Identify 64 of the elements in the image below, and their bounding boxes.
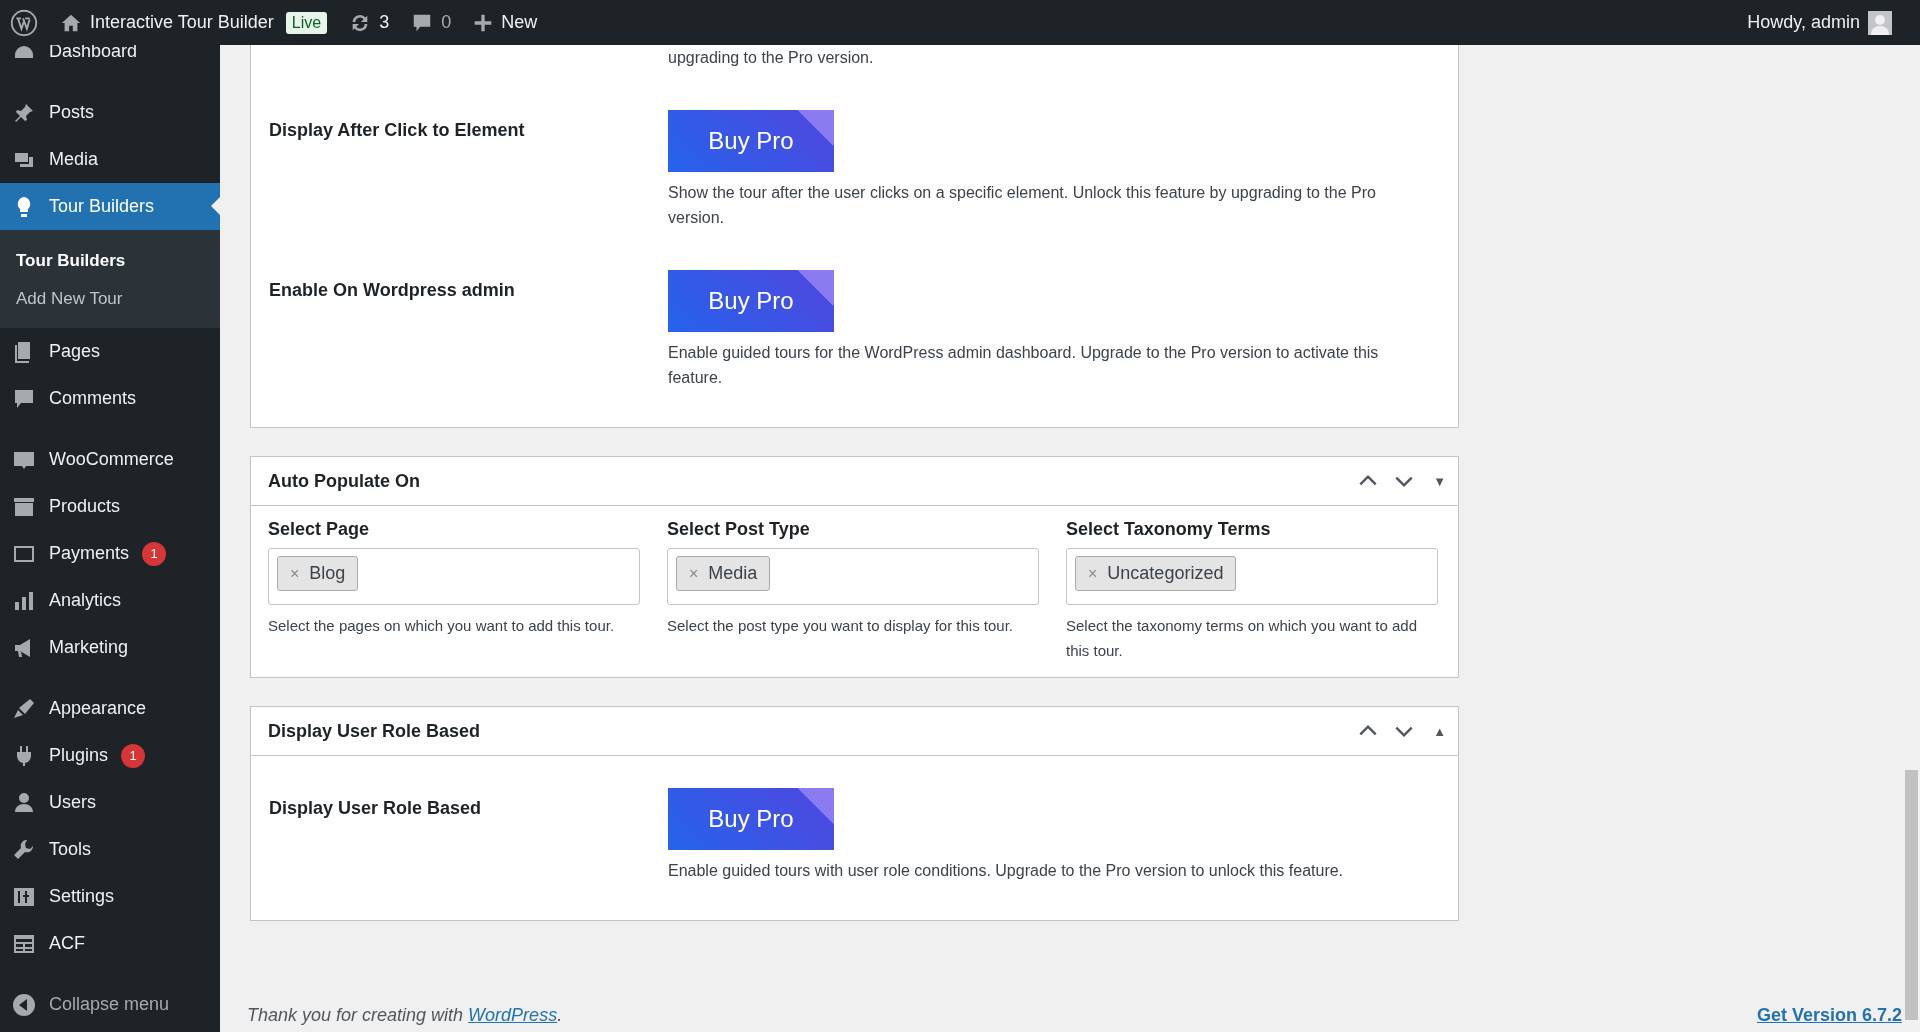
buy-pro-button[interactable]: Buy Pro (668, 788, 834, 850)
buy-pro-button[interactable]: Buy Pro (668, 110, 834, 172)
toggle-button[interactable]: ▲ (1429, 723, 1450, 739)
feature-description: Show the tour after the user clicks on a specific element. Unlock this feature by upgrading to the Pro version. (668, 183, 1377, 228)
account-link[interactable]: Howdy, admin (1747, 10, 1892, 35)
tag-label: Uncategorized (1107, 563, 1224, 584)
tag-label: Blog (309, 563, 346, 584)
submenu-item[interactable]: Add New Tour (0, 280, 220, 318)
wordpress-logo-icon[interactable] (10, 8, 38, 37)
menu-item[interactable]: Comments (0, 375, 220, 422)
wordpress-link[interactable]: WordPress (468, 1005, 558, 1025)
plus-icon (473, 12, 494, 33)
menu-item[interactable]: Analytics (0, 577, 220, 624)
menu-item[interactable]: Marketing (0, 624, 220, 671)
menu-item[interactable]: Plugins 1 (0, 732, 220, 779)
field-help-text: Select the taxonomy terms on which you want to add this tour. (1066, 616, 1419, 661)
scrollbar-thumb[interactable] (1905, 770, 1918, 1020)
menu-item[interactable]: Settings (0, 873, 220, 920)
feature-description: upgrading to the Pro version. (668, 48, 875, 68)
toggle-button[interactable]: ▼ (1429, 473, 1450, 489)
menu-item[interactable]: Tour Builders (0, 183, 220, 230)
footer-credit: Thank you for creating with WordPress. (247, 1005, 563, 1026)
comments-link[interactable]: 0 (411, 11, 452, 34)
version-link[interactable]: Get Version 6.7.2 (1756, 1005, 1902, 1026)
menu-item[interactable]: Media (0, 136, 220, 183)
collapse-menu-button[interactable]: Collapse menu (0, 981, 220, 1028)
collapse-icon (12, 992, 36, 1017)
avatar-icon (1868, 10, 1892, 35)
menu-icon (12, 790, 36, 815)
menu-item[interactable]: ACF (0, 920, 220, 967)
menu-item[interactable]: Pages (0, 328, 220, 375)
count-badge: 1 (121, 743, 146, 768)
menu-item[interactable]: Appearance (0, 685, 220, 732)
updates-link[interactable]: 3 (349, 11, 390, 34)
multi-select-field[interactable]: × Media (667, 548, 1039, 605)
menu-item[interactable]: Products (0, 483, 220, 530)
field-label: Select Taxonomy Terms (1066, 519, 1272, 540)
multi-select-field[interactable]: × Blog (268, 548, 640, 605)
multi-select-field[interactable]: × Uncategorized (1066, 548, 1438, 605)
submenu-item[interactable]: Tour Builders (0, 242, 220, 280)
field-label: Select Page (268, 519, 371, 540)
tag-label: Media (708, 563, 758, 584)
card-title: Display User Role Based (268, 720, 481, 742)
menu-item[interactable]: WooCommerce (0, 436, 220, 483)
live-badge: Live (285, 11, 328, 34)
new-content-link[interactable]: New (473, 12, 538, 33)
field-help-text: Select the pages on which you want to add this tour. (268, 616, 616, 636)
field-help-text: Select the post type you want to display for this tour. (667, 616, 1015, 636)
menu-item[interactable]: Users (0, 779, 220, 826)
menu-icon (12, 696, 36, 721)
setting-label: Display User Role Based (269, 797, 483, 820)
setting-label: Display After Click to Element (269, 119, 526, 142)
buy-pro-button[interactable]: Buy Pro (668, 270, 834, 332)
menu-item[interactable]: Payments 1 (0, 530, 220, 577)
card-title: Auto Populate On (268, 470, 420, 492)
feature-description: Enable guided tours with user role conditions. Upgrade to the Pro version to unlock this feature. (668, 861, 1345, 881)
setting-label: Enable On Wordpress admin (269, 279, 516, 302)
site-name-link[interactable]: Interactive Tour Builder (90, 12, 274, 33)
feature-description: Enable guided tours for the WordPress admin dashboard. Upgrade to the Pro version to activate this feature. (668, 343, 1380, 388)
menu-item[interactable]: Posts (0, 89, 220, 136)
menu-item[interactable]: Tools (0, 826, 220, 873)
count-badge: 1 (142, 541, 167, 566)
field-label: Select Post Type (667, 519, 811, 540)
menu-icon (12, 837, 36, 862)
